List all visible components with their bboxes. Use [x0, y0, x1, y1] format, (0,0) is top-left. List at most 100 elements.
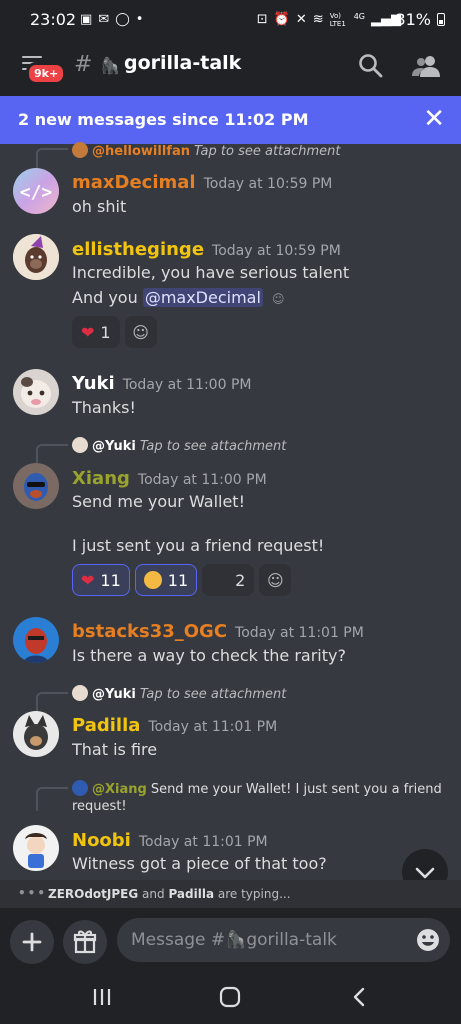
close-icon[interactable]: ✕: [423, 104, 445, 134]
avatar[interactable]: </>: [13, 168, 59, 214]
bstacks-avatar-icon: [13, 617, 59, 663]
volte-icon: Vo) LTE1: [329, 12, 346, 28]
reply-spine: [36, 692, 68, 712]
channel-hash: #: [74, 52, 93, 77]
message-text: Send me your Wallet!: [72, 492, 245, 511]
avatar[interactable]: [13, 369, 59, 415]
reply-avatar: [72, 142, 88, 158]
message-text: Thanks!: [72, 398, 136, 417]
add-reaction-icon: ☺: [266, 570, 284, 590]
xiang-avatar-icon: [13, 463, 59, 509]
reaction-custom[interactable]: 2: [202, 564, 255, 596]
reply-avatar: [72, 685, 88, 701]
reactions-row: ❤ 1 ☺: [72, 316, 157, 348]
new-messages-banner[interactable]: 2 new messages since 11:02 PM ✕: [0, 96, 461, 144]
avatar[interactable]: [13, 234, 59, 280]
reply-avatar: [72, 437, 88, 453]
gorilla-avatar-icon: [13, 234, 59, 280]
username[interactable]: Padilla Today at 11:01 PM: [72, 715, 277, 736]
members-icon[interactable]: [411, 52, 441, 80]
reply-spine: [36, 444, 68, 464]
battery-level: 31%: [395, 10, 431, 29]
channel-name[interactable]: gorilla-talk: [124, 52, 241, 74]
dot-icon: •: [135, 12, 144, 27]
message-text: And you @maxDecimal ☺: [72, 288, 285, 307]
avatar[interactable]: [13, 463, 59, 509]
plus-icon: [22, 932, 42, 952]
yuki-avatar-icon: [13, 369, 59, 415]
add-reaction-button[interactable]: ☺: [259, 564, 292, 596]
reply-text: Tap to see attachment: [193, 144, 341, 159]
recents-icon[interactable]: [90, 986, 114, 1008]
avatar[interactable]: [13, 617, 59, 663]
gorilla-icon: 🦍: [225, 930, 247, 950]
reply-username: @Yuki: [92, 687, 136, 702]
exploding-head-icon: [143, 571, 162, 589]
reply-spine: [36, 787, 68, 811]
padilla-avatar-icon: [13, 711, 59, 757]
timestamp: Today at 11:00 PM: [137, 472, 267, 488]
gift-icon: [73, 930, 97, 954]
reaction-count: 11: [167, 570, 189, 590]
emoji-picker-icon[interactable]: [416, 928, 440, 952]
gorilla-icon: 🦍: [100, 56, 120, 75]
mute-icon: ✕: [295, 12, 307, 27]
channel-header: 9k+ # 🦍 gorilla-talk: [0, 40, 461, 96]
username[interactable]: Noobi Today at 11:01 PM: [72, 830, 268, 851]
add-reaction-icon: ☺: [132, 322, 149, 342]
noobi-avatar-icon: [13, 825, 59, 871]
username[interactable]: ellistheginge Today at 10:59 PM: [72, 239, 341, 260]
reply-text: Tap to see attachment: [139, 439, 287, 454]
reply-preview[interactable]: @Yuki Tap to see attachment: [72, 685, 286, 702]
code-avatar-icon: </>: [13, 168, 59, 214]
add-reaction-button[interactable]: ☺: [124, 316, 157, 348]
message-placeholder: Message #🦍gorilla-talk: [131, 930, 337, 950]
reply-text: Tap to see attachment: [139, 687, 287, 702]
timestamp: Today at 11:01 PM: [138, 834, 268, 850]
mail-icon: ✉: [98, 12, 110, 27]
home-icon[interactable]: [218, 986, 242, 1008]
status-time: 23:02: [30, 10, 77, 29]
reaction-count: 11: [100, 570, 121, 590]
custom-emoji-icon: [211, 574, 230, 586]
message-text: Is there a way to check the rarity?: [72, 646, 346, 665]
reply-spine: [36, 148, 68, 168]
reaction-heart[interactable]: ❤ 1: [72, 316, 120, 348]
username[interactable]: Xiang Today at 11:00 PM: [72, 468, 267, 489]
whatsapp-icon: ◯: [115, 12, 130, 27]
message-text: oh shit: [72, 197, 127, 216]
message-input[interactable]: Message #🦍gorilla-talk: [117, 918, 450, 962]
avatar[interactable]: [13, 825, 59, 871]
typing-indicator: ••• ZEROdotJPEG and Padilla are typing..…: [0, 880, 461, 908]
reply-username: @Yuki: [92, 439, 136, 454]
user-mention[interactable]: @maxDecimal: [142, 288, 263, 307]
reply-preview-cont: request!: [72, 799, 127, 814]
battery-icon: [437, 13, 445, 26]
timestamp: Today at 10:59 PM: [212, 243, 341, 259]
username[interactable]: bstacks33_OGC Today at 11:01 PM: [72, 621, 364, 642]
image-icon: ▣: [80, 12, 93, 27]
message-text: Incredible, you have serious talent: [72, 263, 350, 282]
search-icon[interactable]: [357, 52, 385, 80]
reply-preview[interactable]: @Yuki Tap to see attachment: [72, 437, 286, 454]
avatar[interactable]: [13, 711, 59, 757]
gift-button[interactable]: [63, 920, 107, 964]
timestamp: Today at 11:00 PM: [122, 377, 252, 393]
username[interactable]: maxDecimal Today at 10:59 PM: [72, 172, 332, 193]
reaction-exploding-head[interactable]: 11: [134, 564, 198, 596]
typing-dots-icon: •••: [18, 886, 48, 900]
back-icon[interactable]: [348, 986, 372, 1008]
reply-preview[interactable]: @hellowillfan Tap to see attachment: [72, 142, 341, 159]
reply-preview[interactable]: @Xiang Send me your Wallet! I just sent y…: [72, 780, 442, 797]
add-attachment-button[interactable]: [10, 920, 54, 964]
username[interactable]: Yuki Today at 11:00 PM: [72, 373, 251, 394]
message-composer: Message #🦍gorilla-talk: [0, 908, 461, 968]
lock-icon: ⊡: [256, 12, 268, 27]
timestamp: Today at 11:01 PM: [235, 625, 364, 641]
alarm-icon: ⏰: [273, 12, 290, 27]
system-nav-bar: [0, 968, 461, 1024]
wifi-icon: ≋: [312, 12, 324, 27]
gorilla-emoji-icon: ☺: [272, 292, 285, 306]
reply-text: Send me your Wallet! I just sent you a f…: [150, 782, 442, 797]
reaction-heart[interactable]: ❤ 11: [72, 564, 130, 596]
